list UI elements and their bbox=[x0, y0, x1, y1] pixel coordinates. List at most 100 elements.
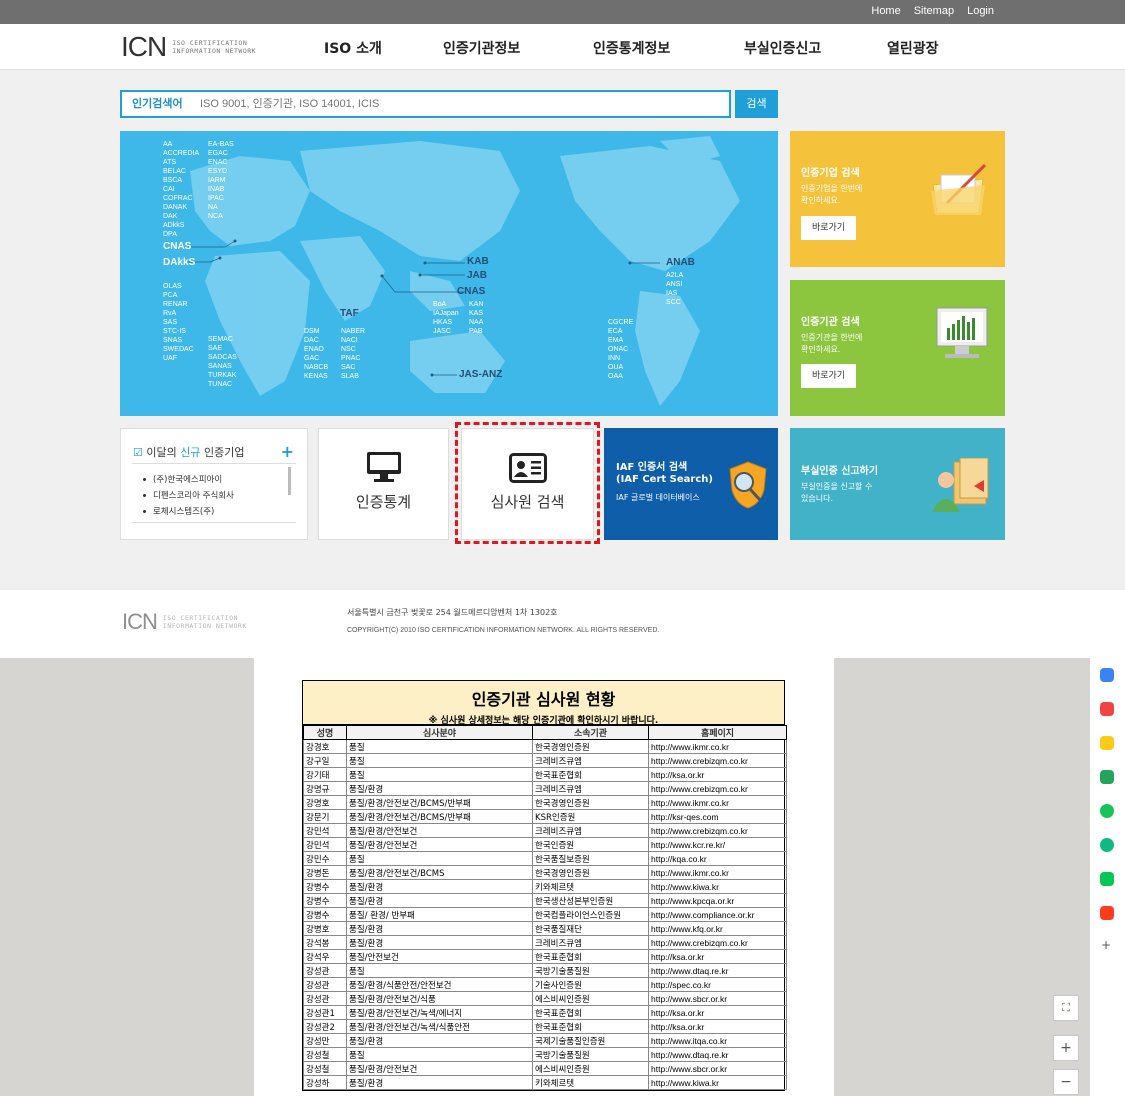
cell-field: 품질 bbox=[346, 753, 533, 768]
shield-magnifier-icon bbox=[729, 461, 767, 509]
nav-agency-info[interactable]: 인증기관정보 bbox=[443, 38, 520, 58]
agency-search-go-button[interactable]: 바로가기 bbox=[801, 364, 856, 388]
cell-name: 강석우 bbox=[303, 949, 347, 964]
company-search-card[interactable]: 인증기업 검색 인증기업을 한번에 확인하세요. 바로가기 bbox=[790, 131, 1005, 267]
cell-name: 강민석 bbox=[303, 837, 347, 852]
cell-agency: 한국컴플라이언스인증원 bbox=[532, 907, 649, 922]
cell-homepage: http://www.crebizqm.co.kr bbox=[648, 935, 787, 950]
star-icon[interactable] bbox=[1100, 736, 1114, 750]
map-label-mideast-1: DSM DAC ENAO GAC NABCB KENAS bbox=[304, 328, 329, 380]
play-icon[interactable] bbox=[1100, 838, 1114, 852]
nav-report[interactable]: 부실인증신고 bbox=[744, 38, 821, 58]
sitemap-link[interactable]: Sitemap bbox=[914, 5, 954, 17]
cell-field: 품질/환경/안전보건/BCMS/반부패 bbox=[346, 809, 533, 824]
iaf-title: IAF 인증서 검색 (IAF Cert Search) bbox=[616, 462, 713, 485]
naver-icon[interactable] bbox=[1100, 906, 1114, 920]
map-label-anab: ANAB bbox=[666, 257, 695, 268]
list-item[interactable]: (주)한국에스피아이 bbox=[143, 472, 234, 488]
report-tile[interactable]: 부실인증 신고하기 부실인증을 신고할 수 있습니다. bbox=[790, 428, 1005, 540]
stats-tile[interactable]: 인증통계 bbox=[318, 428, 449, 540]
cell-homepage: http://www.ikmr.co.kr bbox=[648, 795, 787, 810]
fit-page-button[interactable]: ⛶ bbox=[1053, 995, 1079, 1021]
calendar-icon[interactable] bbox=[1100, 668, 1114, 682]
cell-field: 품질/환경 bbox=[346, 879, 533, 894]
col-name: 성명 bbox=[303, 725, 347, 740]
map-label-cnas-asia: CNAS bbox=[457, 286, 486, 297]
iaf-subtitle: IAF 글로벌 데이터베이스 bbox=[616, 493, 700, 502]
map-label-europe-2: EA-BAS EGAC ENAC ESYD IARM INAB IPAC NA … bbox=[208, 141, 234, 220]
cell-agency: 크레비즈큐엠 bbox=[532, 823, 649, 838]
cell-agency: 한국생산성본부인증원 bbox=[532, 893, 649, 908]
pocket-icon[interactable] bbox=[1100, 702, 1114, 716]
cell-name: 강성관 bbox=[303, 991, 347, 1006]
monitor-chart-icon bbox=[936, 307, 988, 358]
search-input[interactable] bbox=[200, 94, 720, 114]
list-item[interactable]: 디펜스코리아 주식회사 bbox=[143, 488, 234, 504]
more-plus-icon[interactable]: + bbox=[281, 442, 294, 461]
cell-name: 강성관1 bbox=[303, 1005, 347, 1020]
nav-iso-intro[interactable]: ISO 소개 bbox=[324, 38, 382, 58]
cell-agency: 한국품질보증원 bbox=[532, 851, 649, 866]
cell-name: 강병수 bbox=[303, 879, 347, 894]
cell-homepage: http://www.kiwa.kr bbox=[648, 1075, 787, 1090]
checkbox-icon: ☑ bbox=[133, 446, 143, 459]
cell-field: 품질/환경/안전보건 bbox=[346, 823, 533, 838]
cell-field: 품질/환경/안전보건/녹색/에너지 bbox=[346, 1005, 533, 1020]
report-title: 부실인증 신고하기 bbox=[801, 466, 879, 477]
cell-homepage: http://www.crebizqm.co.kr bbox=[648, 753, 787, 768]
footer-logo: ICN ISO CERTIFICATION INFORMATION NETWOR… bbox=[122, 608, 247, 636]
cell-homepage: http://www.kiwa.kr bbox=[648, 879, 787, 894]
table-row: 강성철 품질 국방기술품질원 http://www.dtaq.re.kr bbox=[303, 1047, 787, 1062]
cell-field: 품질 bbox=[346, 767, 533, 782]
cell-field: 품질 bbox=[346, 1047, 533, 1062]
circle-app-icon[interactable] bbox=[1100, 804, 1114, 818]
refresh-icon[interactable] bbox=[1100, 770, 1114, 784]
map-label-kab: KAB bbox=[467, 256, 489, 267]
monitor-icon bbox=[367, 452, 401, 482]
nav-open-square[interactable]: 열린광장 bbox=[887, 38, 939, 58]
footer-logo-mark: ICN bbox=[122, 609, 158, 634]
cell-name: 강명호 bbox=[303, 795, 347, 810]
icn-logo[interactable]: ICN ISO CERTIFICATION INFORMATION NETWOR… bbox=[121, 33, 256, 61]
side-toolbar: + bbox=[1090, 658, 1125, 1096]
footer-copyright: COPYRIGHT(C) 2010 ISO CERTIFICATION INFO… bbox=[347, 627, 660, 634]
line-icon[interactable] bbox=[1100, 872, 1114, 886]
cell-name: 강경호 bbox=[303, 739, 347, 754]
nav-stats-info[interactable]: 인증통계정보 bbox=[593, 38, 670, 58]
cell-homepage: http://spec.co.kr bbox=[648, 977, 787, 992]
list-item[interactable]: 로체시스템즈(주) bbox=[143, 504, 234, 520]
table-row: 강명규 품질/환경 크레비즈큐엠 http://www.crebizqm.co.kr bbox=[303, 781, 787, 796]
site-header: ICN ISO CERTIFICATION INFORMATION NETWOR… bbox=[0, 24, 1125, 70]
table-row: 강문기 품질/환경/안전보건/BCMS/반부패 KSR인증원 http://ksr-q… bbox=[303, 809, 787, 824]
cell-agency: 기술사인증원 bbox=[532, 977, 649, 992]
cell-homepage: http://ksa.or.kr bbox=[648, 767, 787, 782]
new-companies-box: ☑ 이달의 신규 인증기업 + (주)한국에스피아이 디펜스코리아 주식회사 로… bbox=[120, 428, 308, 540]
map-label-taf: TAF bbox=[340, 308, 359, 319]
company-search-go-button[interactable]: 바로가기 bbox=[801, 216, 856, 240]
person-folder-icon bbox=[932, 458, 989, 512]
zoom-out-button[interactable]: − bbox=[1053, 1069, 1079, 1095]
table-row: 강성관 품질 국방기술품질원 http://www.dtaq.re.kr bbox=[303, 963, 787, 978]
cell-field: 품질/환경/안전보건/식품 bbox=[346, 991, 533, 1006]
cell-field: 품질 bbox=[346, 963, 533, 978]
cell-homepage: http://www.compliance.or.kr bbox=[648, 907, 787, 922]
cell-field: 품질/환경 bbox=[346, 935, 533, 950]
agency-search-card[interactable]: 인증기관 검색 인증기관을 한번에 확인하세요. 바로가기 bbox=[790, 280, 1005, 416]
iaf-cert-search-tile[interactable]: IAF 인증서 검색 (IAF Cert Search) IAF 글로벌 데이터… bbox=[604, 428, 778, 540]
divider bbox=[132, 522, 296, 523]
logo-subtitle: ISO CERTIFICATION INFORMATION NETWORK bbox=[172, 39, 257, 55]
login-link[interactable]: Login bbox=[967, 5, 994, 17]
zoom-in-button[interactable]: + bbox=[1053, 1035, 1079, 1061]
search-button[interactable]: 검색 bbox=[735, 90, 778, 118]
agency-search-title: 인증기관 검색 bbox=[801, 317, 860, 328]
add-plus-icon[interactable]: + bbox=[1101, 938, 1111, 952]
cell-name: 강병호 bbox=[303, 921, 347, 936]
map-label-jab: JAB bbox=[467, 270, 488, 281]
cell-agency: 한국인증원 bbox=[532, 837, 649, 852]
map-label-americas-2: CGCRE ECA EMA ONAC INN OUA OAA bbox=[608, 319, 634, 380]
table-header-row: 성명 심사분야 소속기관 홈페이지 bbox=[303, 725, 787, 740]
sheet-title: 인증기관 심사원 현황 bbox=[471, 690, 616, 709]
home-link[interactable]: Home bbox=[871, 5, 900, 17]
list-scrollbar[interactable] bbox=[288, 467, 291, 495]
cell-name: 강민석 bbox=[303, 823, 347, 838]
